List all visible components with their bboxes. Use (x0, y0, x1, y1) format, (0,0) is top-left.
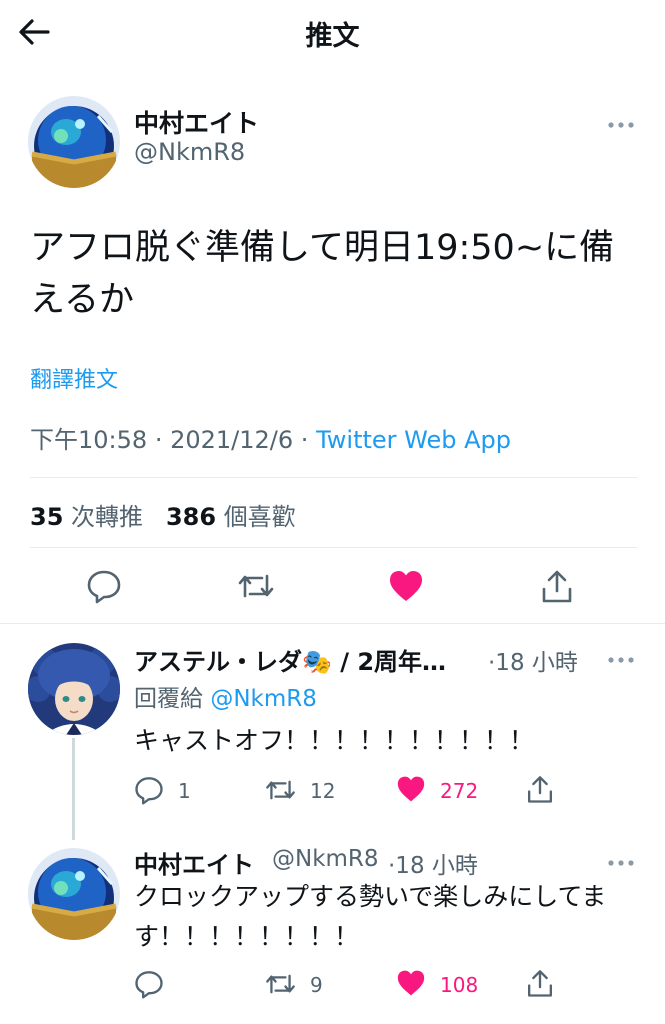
translate-tweet-link[interactable]: 翻譯推文 (30, 362, 118, 394)
reply-button[interactable] (134, 969, 164, 1003)
more-button[interactable] (606, 651, 636, 663)
reply-button[interactable] (134, 775, 164, 809)
share-icon (528, 776, 552, 803)
reply-icon (135, 971, 163, 999)
retweet-icon (266, 974, 295, 994)
reply-author-name[interactable]: 中村エイト (134, 845, 254, 880)
like-count: 272 (440, 779, 479, 803)
replying-to: 回覆給 @NkmR8 (134, 679, 317, 713)
meta-separator: · (154, 426, 163, 454)
like-count[interactable]: 386 (166, 503, 216, 531)
more-button[interactable] (606, 116, 636, 128)
like-button[interactable] (396, 775, 426, 807)
heart-icon (397, 970, 425, 996)
share-icon (542, 570, 572, 603)
reply-text: キャストオフ！！！！！！！！！！ (134, 726, 535, 755)
heart-icon (397, 776, 425, 802)
reply-author-handle[interactable]: @NkmR8 (272, 846, 379, 872)
more-icon (608, 122, 634, 128)
retweet-count: 12 (310, 779, 336, 803)
thread-connector (72, 738, 75, 840)
page-title: 推文 (305, 21, 360, 52)
helmet-avatar-image (28, 848, 120, 940)
author-handle[interactable]: @NkmR8 (134, 138, 245, 166)
reply-icon (135, 777, 163, 805)
retweet-button[interactable] (236, 568, 276, 608)
retweet-count-label[interactable]: 次轉推 (71, 503, 143, 531)
heart-icon (390, 571, 422, 601)
reply-author-avatar[interactable] (28, 848, 120, 940)
retweet-button[interactable] (264, 775, 297, 809)
reply-author-name[interactable]: アステル・レダ🎭 / 2周年… (134, 642, 446, 677)
share-button[interactable] (525, 774, 555, 808)
reply-count: 1 (178, 779, 191, 803)
retweet-icon (238, 574, 274, 598)
reply-author-avatar[interactable] (28, 643, 120, 735)
author-avatar[interactable] (28, 96, 120, 188)
character-avatar-image (28, 643, 120, 735)
reply-time[interactable]: ·18 小時 (488, 643, 578, 677)
tweet-time[interactable]: 下午10:58 (30, 426, 147, 454)
tweet-meta: 下午10:58 · 2021/12/6 · Twitter Web App (30, 420, 511, 455)
tweet-date[interactable]: 2021/12/6 (170, 426, 293, 454)
tweet-stats: 35 次轉推 386 個喜歡 (30, 497, 296, 532)
share-icon (528, 970, 552, 997)
more-button[interactable] (606, 854, 636, 866)
replying-to-handle[interactable]: @NkmR8 (210, 686, 317, 712)
divider (30, 477, 637, 478)
author-name[interactable]: 中村エイト (134, 104, 259, 140)
retweet-button[interactable] (264, 969, 297, 1003)
reply-text: クロックアップする勢いで楽しみにしてます！！！！！！！！ (134, 882, 607, 951)
like-button[interactable] (388, 569, 424, 607)
divider (30, 547, 637, 548)
more-icon (608, 860, 634, 866)
helmet-avatar-image (28, 96, 120, 188)
like-count-label[interactable]: 個喜歡 (224, 503, 296, 531)
share-button[interactable] (539, 568, 575, 608)
retweet-count: 9 (310, 973, 323, 997)
top-bar: 推文 (0, 0, 665, 64)
tweet-source-app[interactable]: Twitter Web App (316, 426, 511, 454)
divider (0, 623, 665, 624)
retweet-icon (266, 780, 295, 800)
reply-icon (87, 570, 121, 604)
more-icon (608, 657, 634, 663)
retweet-count[interactable]: 35 (30, 503, 63, 531)
tweet-text: アフロ脱ぐ準備して明日19:50~に備えるか (30, 228, 615, 320)
reply-time[interactable]: ·18 小時 (388, 846, 478, 880)
share-button[interactable] (525, 968, 555, 1002)
reply-button[interactable] (86, 568, 122, 608)
like-button[interactable] (396, 969, 426, 1001)
meta-separator: · (300, 426, 309, 454)
replying-to-label: 回覆給 (134, 686, 203, 712)
like-count: 108 (440, 973, 479, 997)
